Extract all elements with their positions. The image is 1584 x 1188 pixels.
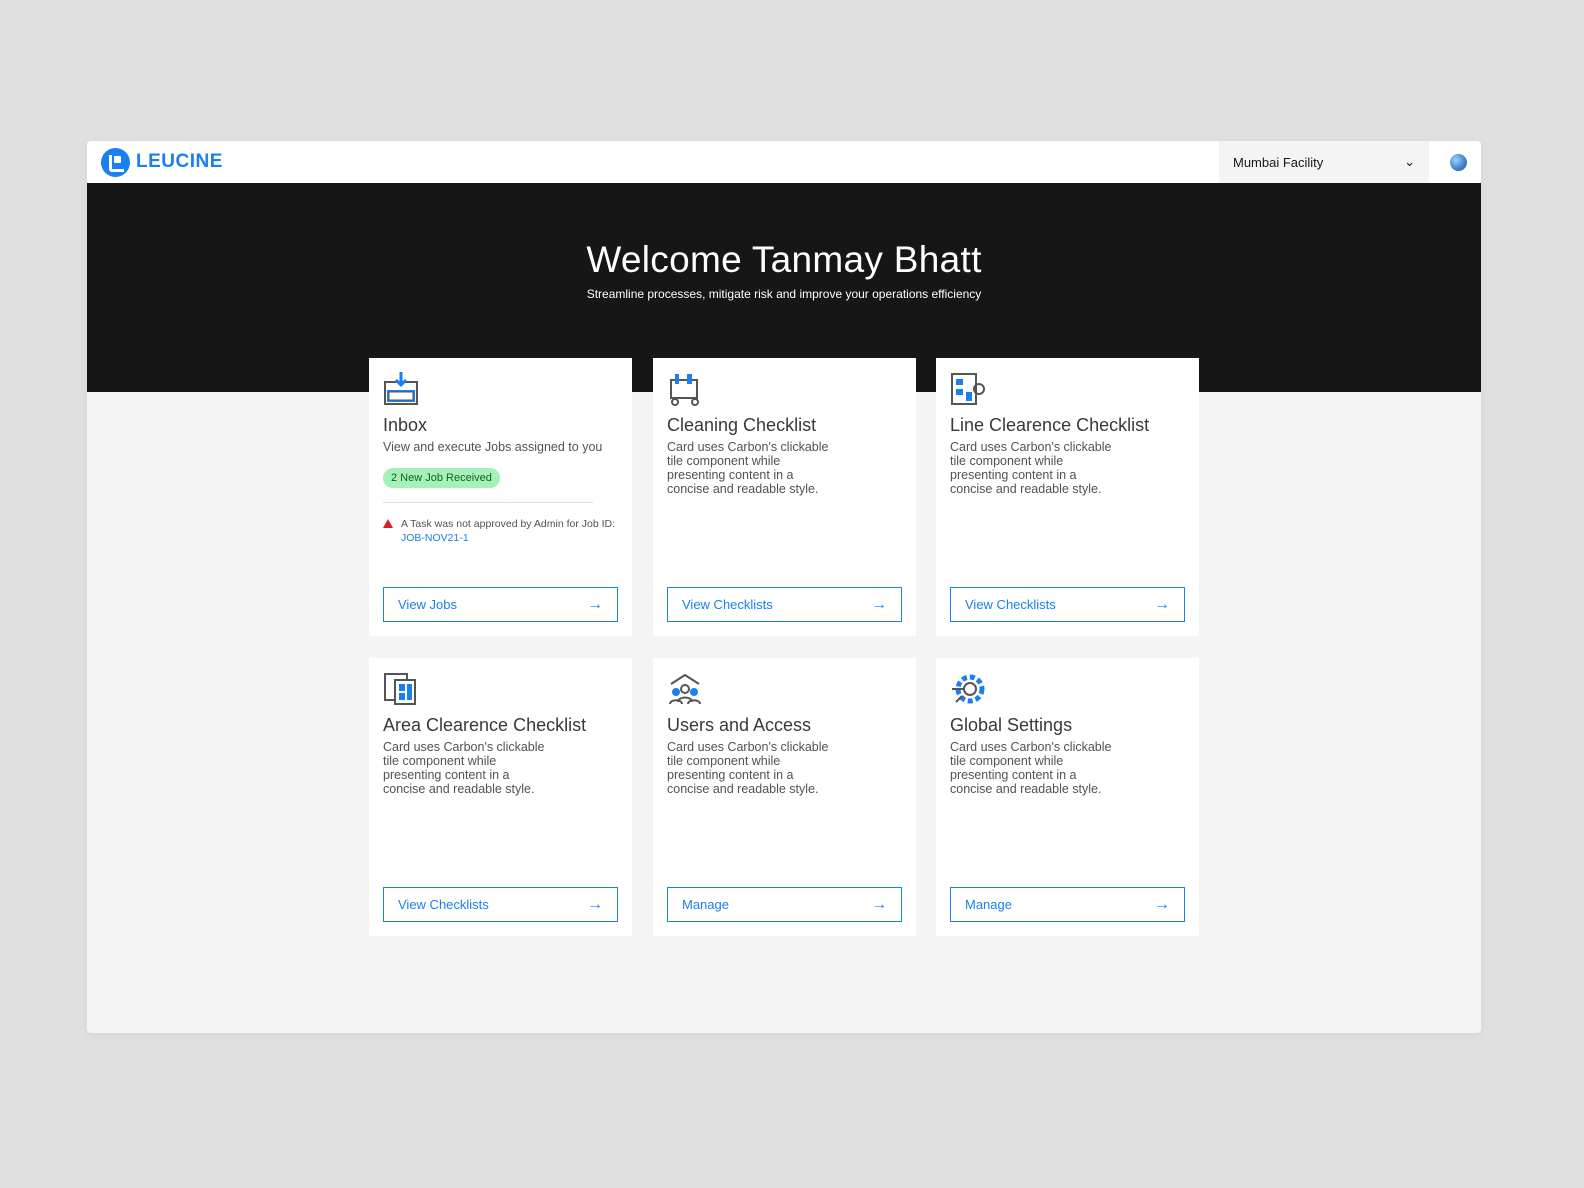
page-title: Welcome Tanmay Bhatt [586, 239, 982, 280]
button-label: View Checklists [965, 597, 1056, 612]
card-title: Area Clearence Checklist [383, 715, 587, 735]
card-description: Card uses Carbon's clickable tile compon… [667, 740, 829, 796]
arrow-right-icon: → [587, 895, 603, 913]
logo-text: LEUCINE [136, 151, 223, 172]
facility-label: Mumbai Facility [1233, 154, 1324, 170]
arrow-right-icon: → [1154, 595, 1170, 613]
card-title: Global Settings [950, 715, 1073, 735]
job-id-link[interactable]: JOB-NOV21-1 [401, 532, 469, 544]
page-subtitle: Streamline processes, mitigate risk and … [586, 287, 982, 301]
view-jobs-button[interactable]: View Jobs → [383, 587, 618, 622]
arrow-right-icon: → [871, 895, 887, 913]
area-checklist-icon [384, 673, 416, 705]
card-line-clearence-checklist[interactable]: Line Clearence Checklist Card uses Carbo… [936, 358, 1199, 636]
logo[interactable]: LEUCINE [101, 147, 223, 177]
button-label: View Checklists [398, 897, 489, 912]
new-jobs-badge: 2 New Job Received [383, 468, 500, 488]
line-checklist-icon [951, 373, 985, 405]
manage-settings-button[interactable]: Manage → [950, 887, 1185, 922]
card-description: View and execute Jobs assigned to you [383, 440, 603, 454]
app-window: LEUCINE Mumbai Facility ⌄ Welcome Tanmay … [87, 141, 1481, 1033]
view-checklists-button[interactable]: View Checklists → [667, 587, 902, 622]
button-label: View Checklists [682, 597, 773, 612]
card-global-settings[interactable]: Global Settings Card uses Carbon's click… [936, 658, 1199, 936]
card-description: Card uses Carbon's clickable tile compon… [950, 740, 1112, 796]
card-cleaning-checklist[interactable]: Cleaning Checklist Card uses Carbon's cl… [653, 358, 916, 636]
card-area-clearence-checklist[interactable]: Area Clearence Checklist Card uses Carbo… [369, 658, 632, 936]
facility-dropdown[interactable]: Mumbai Facility ⌄ [1219, 141, 1429, 183]
card-description: Card uses Carbon's clickable tile compon… [383, 740, 545, 796]
warning-notice: A Task was not approved by Admin for Job… [383, 517, 618, 545]
card-title: Cleaning Checklist [667, 415, 817, 435]
manage-users-button[interactable]: Manage → [667, 887, 902, 922]
users-group-icon [669, 673, 701, 705]
warning-icon [383, 519, 393, 528]
card-inbox[interactable]: Inbox View and execute Jobs assigned to … [369, 358, 632, 636]
inbox-tray-icon [384, 372, 418, 405]
chevron-down-icon: ⌄ [1404, 154, 1415, 169]
card-users-and-access[interactable]: Users and Access Card uses Carbon's clic… [653, 658, 916, 936]
card-title: Line Clearence Checklist [950, 415, 1150, 435]
button-label: Manage [965, 897, 1012, 912]
user-avatar-globe-icon[interactable] [1450, 154, 1467, 171]
button-label: Manage [682, 897, 729, 912]
arrow-right-icon: → [1154, 895, 1170, 913]
top-header: LEUCINE Mumbai Facility ⌄ [87, 141, 1481, 183]
settings-gear-icon [952, 674, 985, 704]
card-description: Card uses Carbon's clickable tile compon… [667, 440, 829, 496]
button-label: View Jobs [398, 597, 458, 612]
card-title: Users and Access [667, 715, 812, 735]
warning-text: A Task was not approved by Admin for Job… [401, 518, 616, 530]
card-title: Inbox [383, 415, 428, 435]
cleaning-tools-icon [670, 374, 699, 406]
leucine-logo-icon [101, 147, 130, 177]
divider [383, 502, 593, 503]
arrow-right-icon: → [587, 595, 603, 613]
view-checklists-button[interactable]: View Checklists → [950, 587, 1185, 622]
arrow-right-icon: → [871, 595, 887, 613]
view-checklists-button[interactable]: View Checklists → [383, 887, 618, 922]
card-description: Card uses Carbon's clickable tile compon… [950, 440, 1112, 496]
